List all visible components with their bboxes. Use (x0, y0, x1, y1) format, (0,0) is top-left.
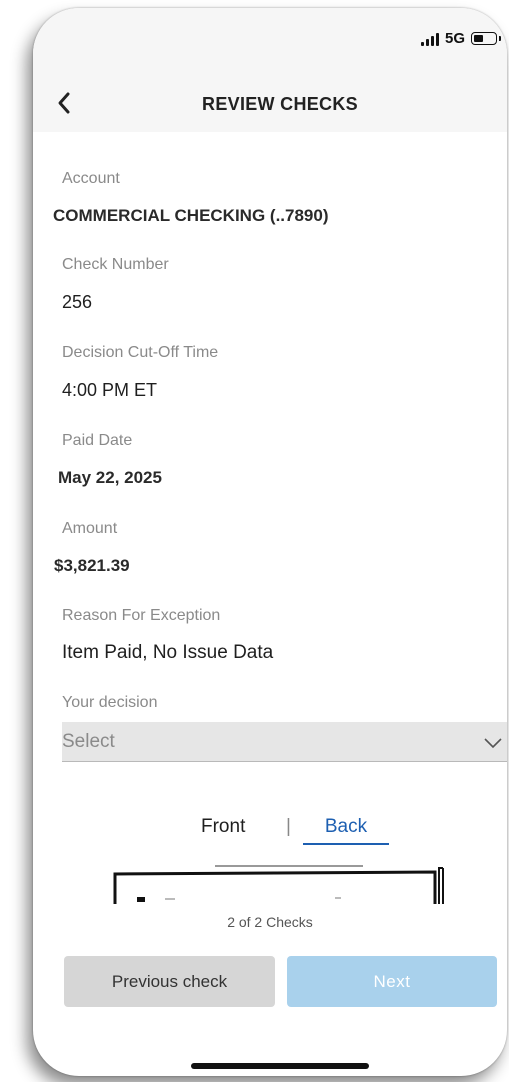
tab-front[interactable]: Front (201, 816, 245, 838)
battery-icon (471, 32, 501, 45)
decision-select[interactable]: Select (62, 722, 507, 762)
paid-date-value: May 22, 2025 (58, 468, 162, 487)
decision-label: Your decision (62, 694, 158, 711)
page-title: REVIEW CHECKS (202, 94, 358, 114)
previous-check-button[interactable]: Previous check (64, 956, 275, 1007)
tab-back[interactable]: Back (303, 816, 389, 838)
tab-back-active-indicator (303, 843, 389, 845)
signal-icon (420, 32, 439, 46)
next-button[interactable]: Next (287, 956, 497, 1007)
amount-label: Amount (62, 520, 118, 537)
check-number-value: 256 (62, 292, 93, 312)
decision-select-value: Select (62, 731, 115, 752)
status-indicators: 5G (420, 30, 501, 47)
battery-level (474, 35, 483, 42)
check-image-tabs: Front | Back (33, 816, 507, 846)
amount-value: $3,821.39 (54, 556, 130, 575)
cutoff-value: 4:00 PM ET (62, 380, 158, 400)
phone-screen: 5G REVIEW CHECKS Account COMMERCIAL CHEC… (33, 8, 507, 1076)
paid-date-label: Paid Date (62, 432, 133, 449)
check-image (113, 864, 451, 904)
tab-separator: | (286, 816, 291, 837)
cutoff-label: Decision Cut-Off Time (62, 344, 219, 361)
network-label: 5G (444, 30, 465, 47)
account-value: COMMERCIAL CHECKING (..7890) (53, 206, 329, 225)
chevron-down-icon (484, 738, 502, 749)
account-label: Account (62, 170, 120, 187)
check-number-label: Check Number (62, 256, 169, 273)
check-back-image (113, 865, 444, 904)
check-counter: 2 of 2 Checks (227, 914, 313, 930)
nav-bar: REVIEW CHECKS (33, 68, 507, 132)
home-indicator[interactable] (191, 1063, 369, 1069)
reason-label: Reason For Exception (62, 607, 221, 624)
reason-value: Item Paid, No Issue Data (62, 642, 274, 663)
status-bar: 5G (33, 8, 507, 68)
